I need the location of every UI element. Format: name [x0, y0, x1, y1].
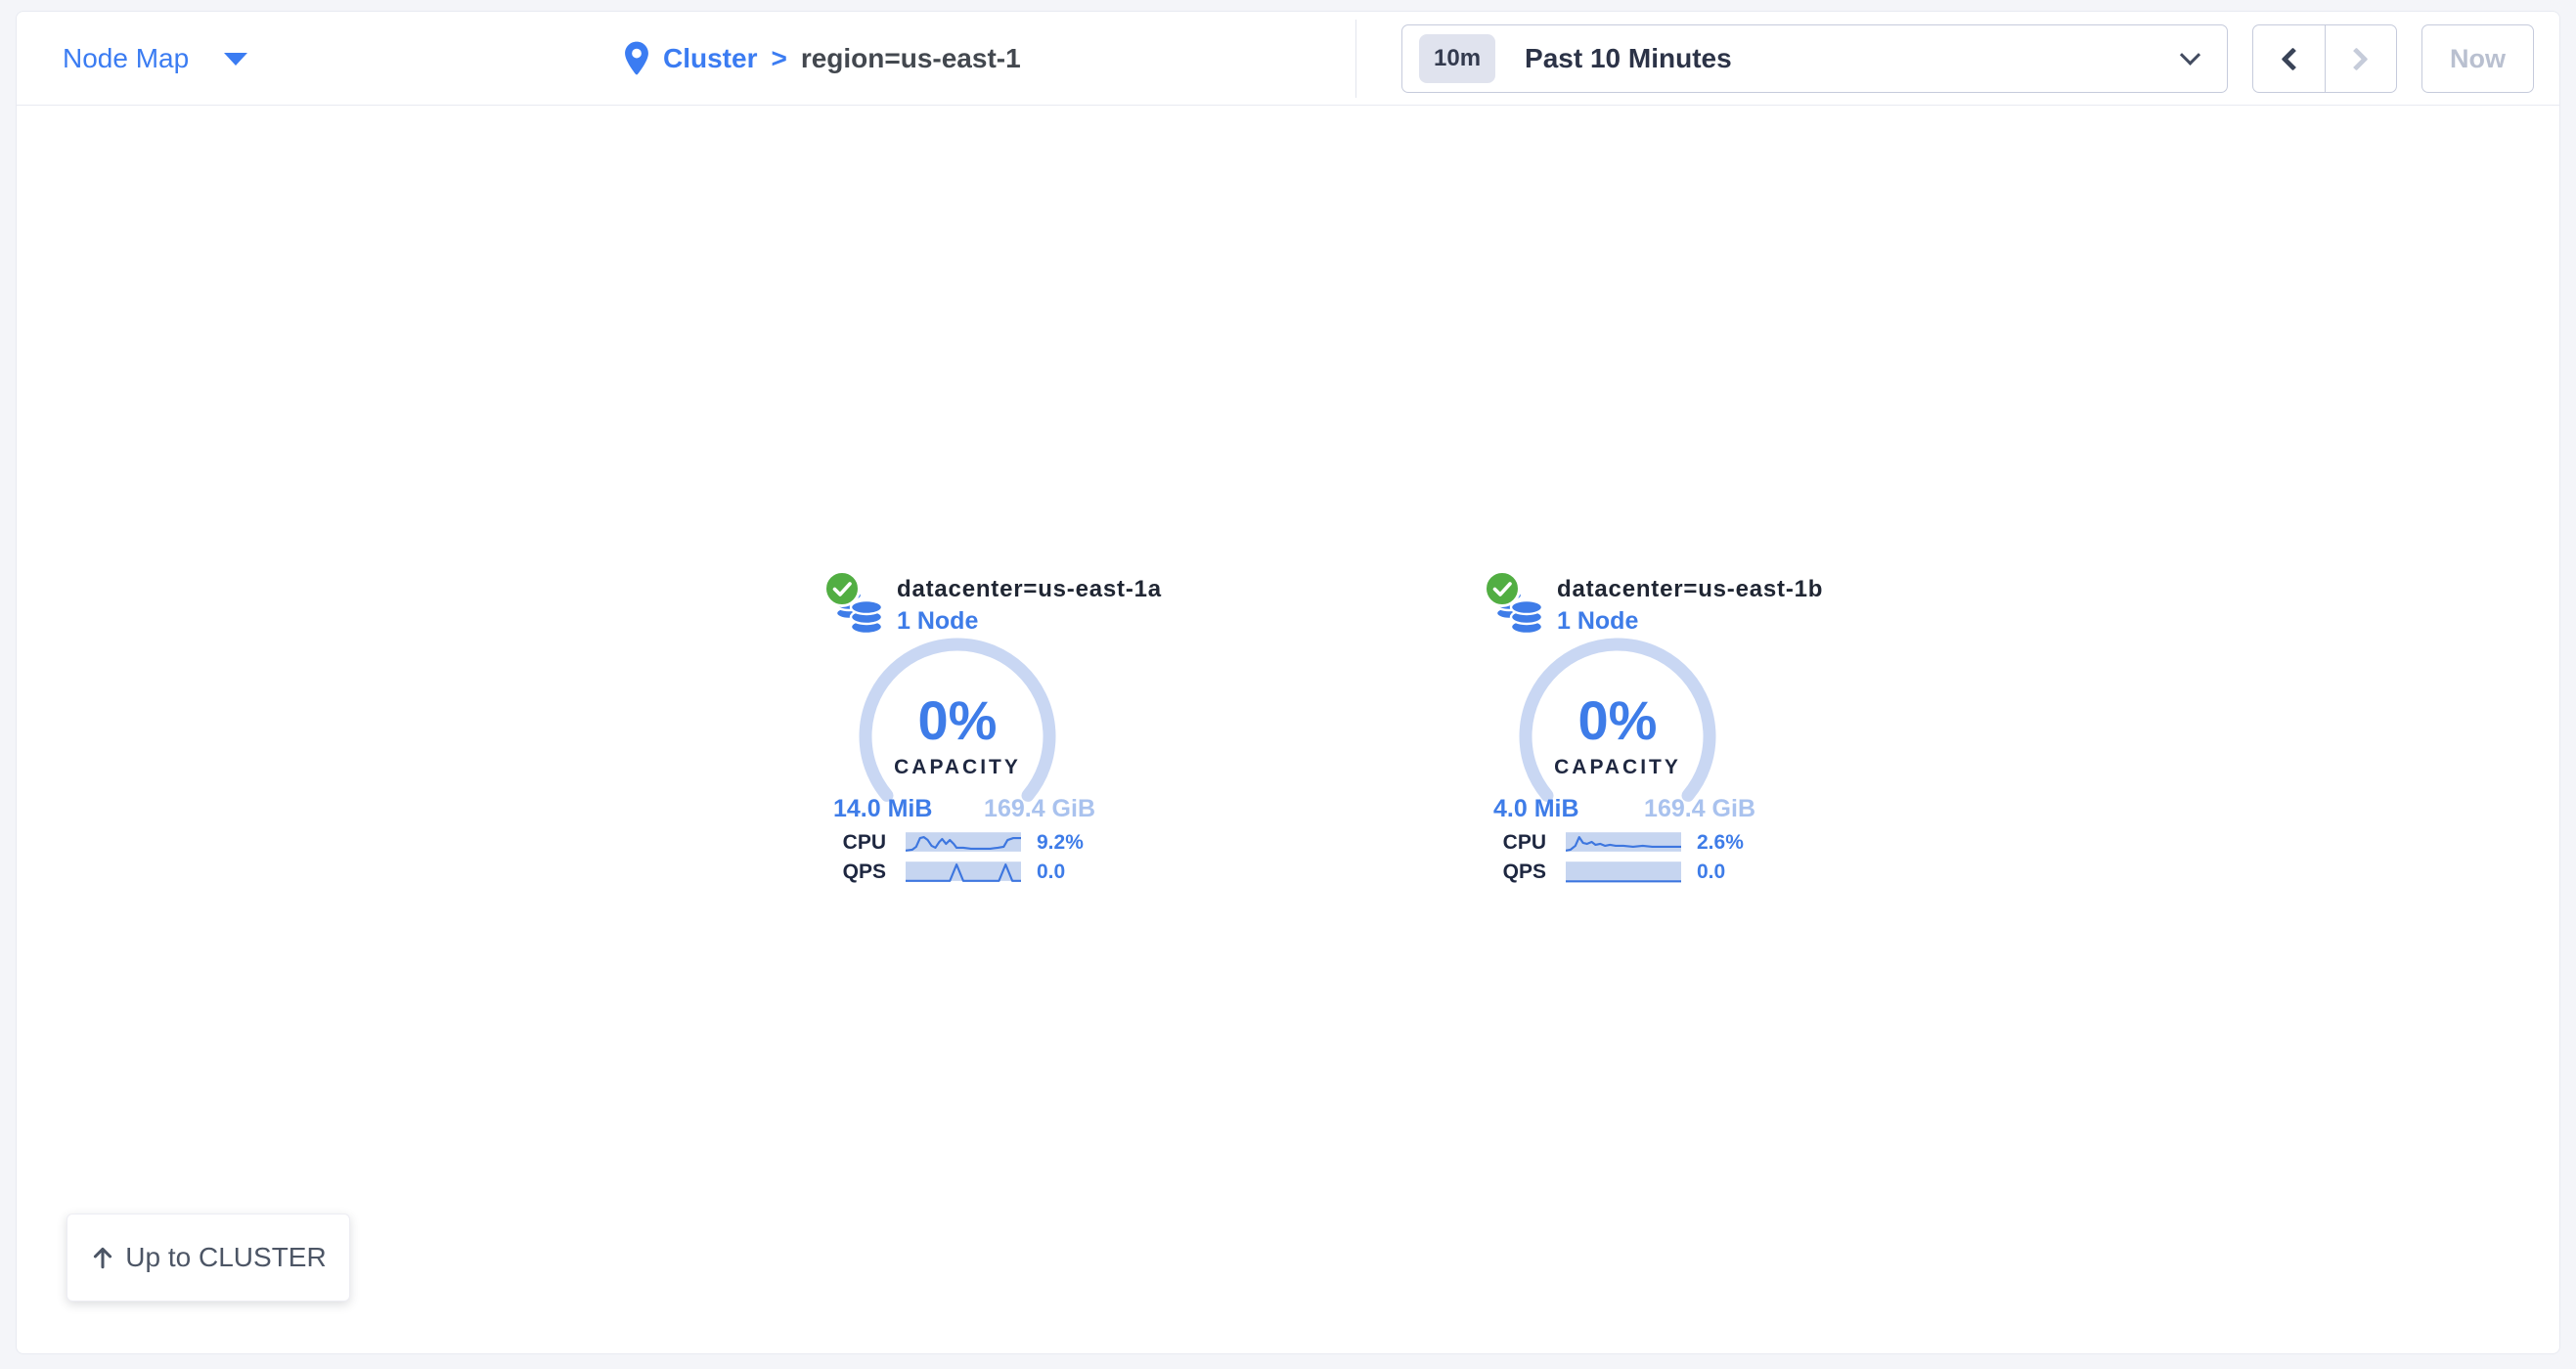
healthy-check-icon: [823, 570, 861, 607]
view-selector-dropdown[interactable]: Node Map: [63, 12, 247, 106]
qps-label: QPS: [1476, 861, 1546, 884]
breadcrumb-separator: >: [771, 43, 786, 74]
qps-sparkline: [1566, 861, 1681, 884]
time-range-label: Past 10 Minutes: [1525, 43, 1732, 74]
now-button[interactable]: Now: [2421, 24, 2534, 93]
datacenter-card-us-east-1b[interactable]: datacenter=us-east-1b 1 Node 0% CAPACITY…: [1476, 568, 1759, 897]
caret-down-icon: [224, 53, 247, 66]
time-range-badge: 10m: [1419, 34, 1495, 83]
breadcrumb-current: region=us-east-1: [801, 43, 1021, 74]
cpu-metric-row: CPU 2.6%: [1476, 830, 1759, 856]
capacity-percent: 0%: [1476, 693, 1759, 748]
qps-label: QPS: [816, 861, 886, 884]
cpu-metric-row: CPU 9.2%: [816, 830, 1099, 856]
cpu-value: 2.6%: [1697, 831, 1744, 855]
time-range-dropdown[interactable]: 10m Past 10 Minutes: [1401, 24, 2228, 93]
breadcrumb: Cluster > region=us-east-1: [624, 12, 1021, 106]
healthy-check-icon: [1484, 570, 1521, 607]
cpu-sparkline: [1566, 831, 1681, 855]
qps-metric-row: QPS 0.0: [816, 860, 1099, 885]
capacity-used: 14.0 MiB: [833, 795, 932, 826]
breadcrumb-cluster-link[interactable]: Cluster: [663, 43, 757, 74]
arrow-up-icon: [90, 1245, 115, 1270]
capacity-total: 169.4 GiB: [1644, 795, 1755, 826]
qps-value: 0.0: [1697, 861, 1725, 884]
cpu-label: CPU: [1476, 831, 1546, 855]
time-forward-button[interactable]: [2325, 25, 2397, 92]
capacity-total: 169.4 GiB: [984, 795, 1095, 826]
node-count: 1 Node: [897, 607, 978, 636]
chevron-down-icon: [2180, 44, 2200, 65]
datacenter-title: datacenter=us-east-1a: [897, 576, 1162, 603]
capacity-values: 4.0 MiB 169.4 GiB: [1476, 795, 1759, 826]
time-nav-group: [2252, 24, 2397, 93]
datacenter-title: datacenter=us-east-1b: [1557, 576, 1823, 603]
toolbar-divider: [1355, 20, 1356, 98]
view-selector-label: Node Map: [63, 43, 189, 74]
chevron-right-icon: [2345, 47, 2369, 70]
node-count: 1 Node: [1557, 607, 1638, 636]
capacity-used: 4.0 MiB: [1493, 795, 1579, 826]
time-back-button[interactable]: [2253, 25, 2325, 92]
qps-metric-row: QPS 0.0: [1476, 860, 1759, 885]
toolbar: Node Map Cluster > region=us-east-1 10m …: [17, 12, 2559, 106]
capacity-percent: 0%: [816, 693, 1099, 748]
capacity-values: 14.0 MiB 169.4 GiB: [816, 795, 1099, 826]
chevron-left-icon: [2281, 47, 2304, 70]
cpu-value: 9.2%: [1037, 831, 1084, 855]
cpu-label: CPU: [816, 831, 886, 855]
cpu-sparkline: [906, 831, 1021, 855]
datacenter-card-us-east-1a[interactable]: datacenter=us-east-1a 1 Node 0% CAPACITY…: [816, 568, 1099, 897]
capacity-label: CAPACITY: [1476, 756, 1759, 779]
qps-value: 0.0: [1037, 861, 1065, 884]
qps-sparkline: [906, 861, 1021, 884]
location-pin-icon: [624, 41, 649, 76]
capacity-label: CAPACITY: [816, 756, 1099, 779]
up-to-cluster-label: Up to CLUSTER: [125, 1242, 326, 1273]
node-map-panel: Node Map Cluster > region=us-east-1 10m …: [16, 11, 2560, 1354]
up-to-cluster-button[interactable]: Up to CLUSTER: [67, 1214, 350, 1302]
